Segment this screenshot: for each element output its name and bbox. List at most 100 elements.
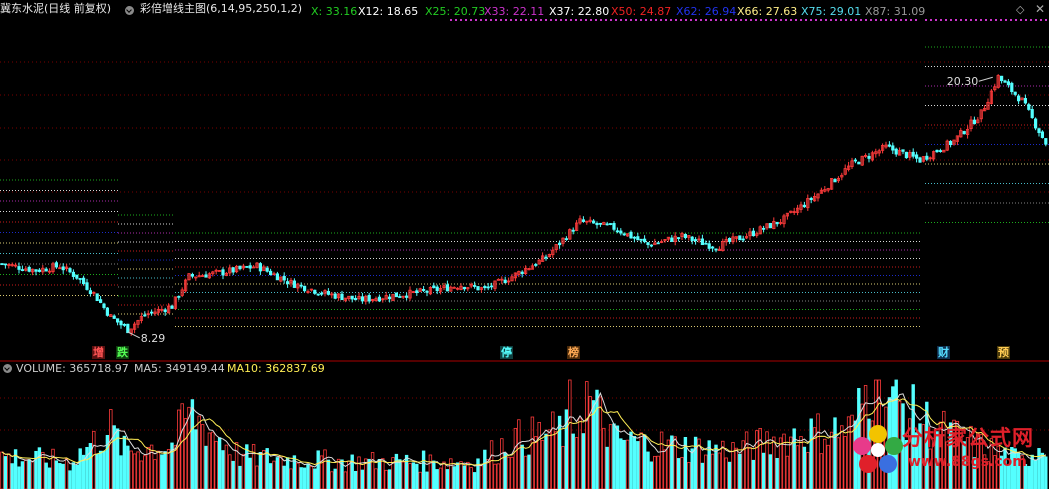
volume-bar-177	[602, 427, 606, 489]
candle-body-197	[670, 237, 674, 242]
candle-body-65	[221, 269, 225, 276]
volume-bar-103	[350, 454, 354, 489]
chart-header: 冀东水泥(日线 前复权) 彩倍增线主图(6,14,95,250,1,2) X: …	[0, 0, 1049, 18]
volume-bar-77	[262, 450, 266, 489]
volume-bar-64	[217, 437, 222, 489]
volume-bar-220	[748, 447, 752, 489]
volume-bar-71	[241, 453, 246, 489]
volume-bar-88	[299, 467, 303, 489]
candle-body-175	[595, 222, 599, 226]
volume-bar-89	[302, 467, 307, 489]
candle-body-89	[302, 285, 307, 292]
volume-bar-125	[425, 471, 429, 489]
volume-bar-87	[296, 462, 300, 489]
volume-bar-122	[415, 463, 419, 489]
candle-body-25	[85, 282, 89, 290]
low-pointer	[127, 331, 141, 339]
volume-bar-95	[323, 449, 327, 489]
candle-body-128	[435, 286, 439, 292]
candle-body-294	[1000, 75, 1004, 82]
volume-bar-141	[479, 465, 484, 489]
candle-body-29	[99, 299, 103, 303]
indicator-value-0: X: 33.16	[311, 5, 358, 18]
volume-bar-60	[204, 445, 208, 489]
volume-bar-113	[384, 469, 388, 489]
volume-bar-46	[156, 450, 161, 489]
candle-body-185	[629, 231, 633, 239]
volume-bar-3	[10, 463, 14, 489]
volume-bar-45	[153, 459, 157, 489]
candle-body-70	[238, 265, 242, 270]
event-marker-4[interactable]: 财	[937, 346, 950, 359]
volume-bar-214	[727, 461, 732, 489]
indicator-value-3: X33: 22.11	[484, 5, 545, 18]
volume-bar-128	[435, 469, 439, 489]
candle-body-106	[360, 296, 365, 302]
candle-body-283	[962, 131, 966, 135]
close-icon[interactable]: ✕	[1035, 2, 1045, 16]
candle-body-265	[901, 149, 905, 152]
diamond-icon[interactable]: ◇	[1016, 3, 1024, 16]
candle-body-114	[387, 296, 392, 300]
volume-value-1: MA5: 349149.44	[134, 362, 225, 375]
event-marker-1[interactable]: 跌	[116, 346, 129, 359]
event-marker-3[interactable]: 榜	[567, 346, 580, 359]
candle-body-298	[1013, 91, 1017, 95]
volume-bar-29	[98, 450, 103, 489]
volume-bar-104	[353, 471, 358, 489]
candle-body-180	[612, 223, 616, 230]
candle-body-96	[326, 291, 331, 295]
volume-bar-152	[517, 419, 521, 489]
volume-bar-169	[574, 437, 579, 489]
watermark-url: www.88gs.com	[908, 454, 1027, 470]
volume-bar-65	[221, 450, 225, 489]
candle-body-295	[1003, 80, 1007, 83]
volume-bar-140	[476, 458, 480, 489]
volume-bar-223	[758, 428, 762, 489]
candle-body-30	[102, 303, 106, 308]
volume-bar-49	[166, 449, 171, 489]
watermark-text: 分析家公式网	[902, 426, 1034, 450]
flower-logo-icon	[853, 425, 903, 473]
volume-bar-126	[428, 454, 433, 489]
volume-bar-58	[197, 415, 201, 489]
event-marker-5[interactable]: 预	[997, 346, 1010, 359]
volume-bar-85	[289, 468, 293, 489]
volume-bar-178	[605, 446, 609, 489]
candle-body-226	[768, 222, 773, 229]
candle-body-139	[472, 285, 477, 287]
volume-bar-74	[251, 444, 256, 489]
volume-bar-52	[177, 409, 181, 489]
volume-bar-81	[275, 457, 280, 489]
event-marker-0[interactable]: 增	[92, 346, 105, 359]
volume-bar-90	[306, 463, 310, 489]
indicator-name[interactable]: 彩倍增线主图(6,14,95,250,1,2)	[140, 3, 302, 15]
candle-body-1	[3, 263, 7, 266]
volume-bar-32	[109, 409, 113, 489]
candle-body-228	[775, 221, 779, 225]
volume-bar-97	[330, 471, 334, 489]
volume-bar-123	[418, 471, 422, 489]
volume-bar-209	[710, 453, 715, 489]
volume-bar-124	[421, 450, 426, 489]
volume-bar-117	[398, 459, 402, 489]
volume-bar-98	[333, 468, 337, 489]
volume-bar-10	[34, 450, 38, 489]
candle-body-146	[496, 278, 501, 281]
candle-body-181	[615, 230, 620, 233]
volume-bar-149	[506, 456, 511, 489]
candle-body-266	[904, 151, 909, 159]
volume-bar-237	[806, 452, 810, 489]
volume-bar-22	[75, 464, 79, 489]
volume-bar-135	[459, 461, 463, 489]
volume-bar-224	[761, 452, 766, 489]
volume-bar-76	[258, 452, 263, 489]
candle-body-0	[0, 263, 4, 266]
volume-bar-129	[438, 467, 443, 489]
candle-body-143	[486, 286, 490, 289]
candle-body-252	[857, 161, 861, 165]
volume-bar-241	[819, 453, 824, 489]
high-pointer	[978, 76, 993, 82]
candle-body-187	[636, 236, 640, 241]
event-marker-2[interactable]: 停	[500, 346, 513, 359]
